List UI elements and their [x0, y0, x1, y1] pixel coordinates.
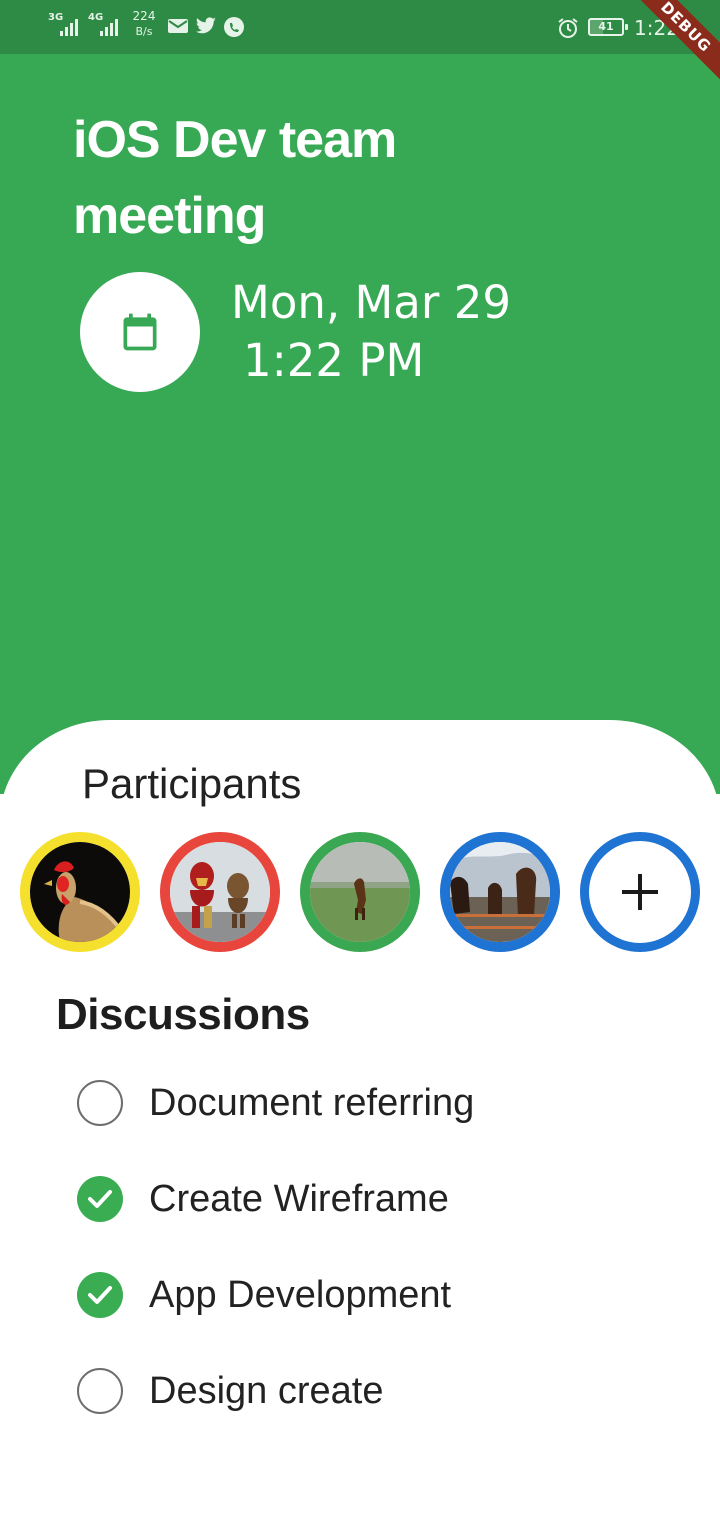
- avatar-horses-fence[interactable]: [440, 832, 560, 952]
- status-bar: 3G 4G 224 B/s 41 1:22: [0, 0, 720, 54]
- avatar-horse-field[interactable]: [300, 832, 420, 952]
- network-speed-value: 224: [132, 9, 156, 23]
- discussion-label: Design create: [149, 1370, 384, 1412]
- discussion-label: Document referring: [149, 1082, 475, 1124]
- calendar-button[interactable]: [80, 272, 200, 392]
- checkbox-unchecked-icon[interactable]: [77, 1080, 123, 1126]
- meeting-title: iOS Dev team meeting: [73, 111, 397, 245]
- battery-icon: 41: [588, 18, 628, 36]
- checkbox-unchecked-icon[interactable]: [77, 1368, 123, 1414]
- add-participant-button[interactable]: [580, 832, 700, 952]
- signal-strength-1-icon: [60, 16, 82, 36]
- plus-icon: [622, 874, 658, 910]
- meeting-time: 1:22 PM: [243, 334, 425, 387]
- twitter-icon: [195, 17, 216, 34]
- discussion-item-design-create[interactable]: Design create: [0, 1344, 720, 1434]
- content-sheet: Participants Discussions Document referr…: [0, 720, 720, 1520]
- discussion-item-document-referring[interactable]: Document referring: [0, 1056, 720, 1146]
- checkmark-icon: [88, 1190, 112, 1208]
- signal-strength-2-icon: [100, 16, 122, 36]
- discussion-item-create-wireframe[interactable]: Create Wireframe: [0, 1152, 720, 1242]
- avatar-ironman-groot[interactable]: [160, 832, 280, 952]
- avatar-rooster[interactable]: [20, 832, 140, 952]
- whatsapp-icon: [224, 17, 244, 37]
- meeting-header: iOS Dev team meeting Mon, Mar 29 1:22 PM: [0, 54, 720, 794]
- mail-icon: [168, 19, 188, 33]
- battery-level: 41: [598, 20, 614, 33]
- checkmark-icon: [88, 1286, 112, 1304]
- checkbox-checked-icon[interactable]: [77, 1272, 123, 1318]
- discussions-title: Discussions: [56, 990, 310, 1039]
- alarm-icon: [558, 18, 578, 38]
- calendar-icon: [123, 313, 157, 351]
- network-speed-unit: B/s: [135, 25, 153, 38]
- discussion-label: Create Wireframe: [149, 1178, 449, 1220]
- discussion-label: App Development: [149, 1274, 452, 1316]
- discussion-item-app-development[interactable]: App Development: [0, 1248, 720, 1338]
- participants-title: Participants: [82, 760, 302, 807]
- meeting-date: Mon, Mar 29: [231, 276, 511, 329]
- checkbox-checked-icon[interactable]: [77, 1176, 123, 1222]
